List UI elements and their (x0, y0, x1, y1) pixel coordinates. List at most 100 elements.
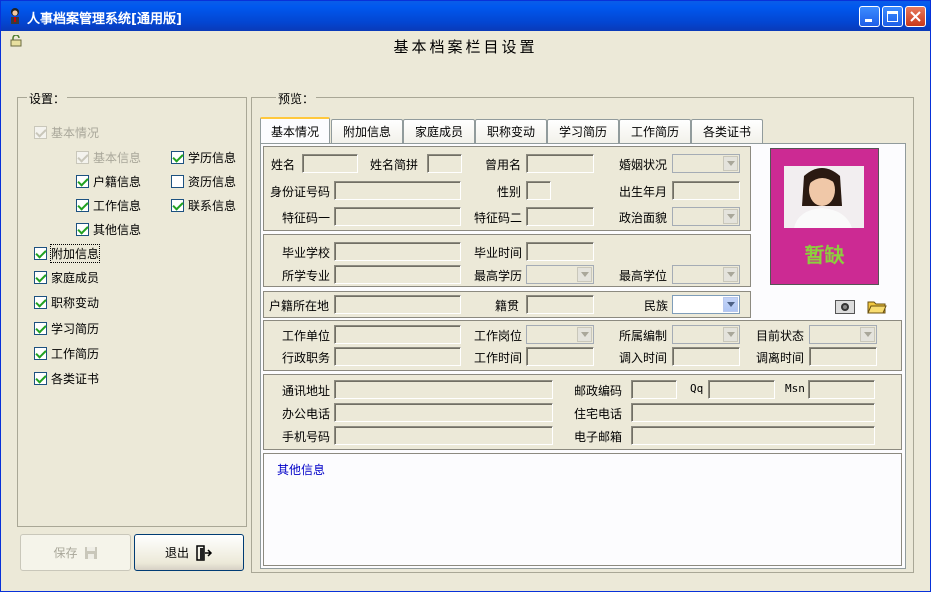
checkbox-study[interactable]: 学习简历 (34, 320, 99, 337)
school-field[interactable] (334, 242, 461, 261)
save-button[interactable]: 保存 (20, 534, 131, 571)
checkbox-box (34, 347, 47, 360)
camera-icon[interactable] (835, 300, 855, 314)
checkbox-certs[interactable]: 各类证书 (34, 370, 99, 387)
dropdown-arrow-icon (723, 267, 738, 282)
tab-study[interactable]: 学习简历 (547, 119, 619, 143)
former-name-field[interactable] (526, 154, 594, 173)
dropdown-arrow-icon (577, 327, 592, 342)
position-select[interactable] (526, 325, 594, 344)
hukou-field[interactable] (334, 295, 461, 314)
label-top-edu: 最高学历 (474, 269, 523, 283)
minimize-button[interactable] (859, 6, 880, 27)
staffing-select[interactable] (672, 325, 740, 344)
checkbox-label: 户籍信息 (93, 175, 142, 189)
tab-title-change[interactable]: 职称变动 (475, 119, 547, 143)
marital-select[interactable] (672, 154, 740, 173)
employer-field[interactable] (334, 325, 461, 344)
label-grad-time: 毕业时间 (474, 246, 523, 260)
home-tel-field[interactable] (631, 403, 875, 422)
maximize-button[interactable] (882, 6, 903, 27)
native-field[interactable] (526, 295, 594, 314)
tab-certs[interactable]: 各类证书 (691, 119, 763, 143)
checkbox-education-info[interactable]: 学历信息 (171, 149, 236, 166)
label-position: 工作岗位 (474, 329, 523, 343)
label-other-info: 其他信息 (277, 463, 326, 477)
checkbox-label: 学习简历 (51, 322, 100, 336)
checkbox-label: 联系信息 (188, 199, 237, 213)
qq-field[interactable] (708, 380, 775, 399)
name-field[interactable] (302, 154, 358, 173)
checkbox-basic-info[interactable]: 基本信息 (76, 149, 141, 166)
label-postcode: 邮政编码 (574, 384, 623, 398)
msn-field[interactable] (808, 380, 875, 399)
checkbox-work-info[interactable]: 工作信息 (76, 197, 141, 214)
label-hukou: 户籍所在地 (269, 299, 330, 313)
label-gender: 性别 (497, 185, 522, 199)
checkbox-extra[interactable]: 附加信息 (34, 244, 101, 263)
checkbox-box (171, 199, 184, 212)
top-edu-select[interactable] (526, 265, 594, 284)
status-select[interactable] (809, 325, 877, 344)
exit-button[interactable]: 退出 (134, 534, 244, 571)
address-field[interactable] (334, 380, 553, 399)
label-top-degree: 最高学位 (619, 269, 668, 283)
tab-family[interactable]: 家庭成员 (403, 119, 475, 143)
dropdown-arrow-icon (577, 267, 592, 282)
checkbox-work-history[interactable]: 工作简历 (34, 345, 99, 362)
label-ethnic: 民族 (644, 299, 669, 313)
checkbox-box (34, 372, 47, 385)
tab-basic[interactable]: 基本情况 (260, 117, 330, 144)
person-photo-icon (784, 166, 864, 228)
photo-missing-text: 暂缺 (804, 243, 845, 267)
label-transfer-out: 调离时间 (756, 351, 805, 365)
label-major: 所学专业 (282, 269, 331, 283)
birth-field[interactable] (672, 181, 740, 200)
ethnic-select[interactable] (672, 295, 740, 314)
political-select[interactable] (672, 207, 740, 226)
label-marital: 婚姻状况 (619, 158, 668, 172)
gender-field[interactable] (526, 181, 551, 200)
label-school: 毕业学校 (282, 246, 331, 260)
major-field[interactable] (334, 265, 461, 284)
feature2-field[interactable] (526, 207, 594, 226)
folder-open-icon[interactable] (867, 300, 887, 314)
email-field[interactable] (631, 426, 875, 445)
close-button[interactable] (905, 6, 926, 27)
top-degree-select[interactable] (672, 265, 740, 284)
checkbox-household[interactable]: 户籍信息 (76, 173, 141, 190)
checkbox-box (76, 151, 89, 164)
postcode-field[interactable] (631, 380, 677, 399)
checkbox-label: 资历信息 (188, 175, 237, 189)
label-qq: Qq (690, 382, 704, 395)
admin-duty-field[interactable] (334, 347, 461, 366)
dropdown-arrow-icon (723, 156, 738, 171)
checkbox-title-change[interactable]: 职称变动 (34, 294, 99, 311)
grad-time-field[interactable] (526, 242, 594, 261)
transfer-out-field[interactable] (809, 347, 877, 366)
checkbox-contact-info[interactable]: 联系信息 (171, 197, 236, 214)
other-info-panel (263, 453, 902, 566)
office-tel-field[interactable] (334, 403, 553, 422)
transfer-in-field[interactable] (672, 347, 740, 366)
tab-label: 工作简历 (630, 125, 679, 139)
save-label: 保存 (53, 546, 78, 560)
title-bar[interactable]: 人事档案管理系统[通用版] (1, 1, 930, 31)
work-time-field[interactable] (526, 347, 594, 366)
checkbox-label: 工作简历 (51, 347, 100, 361)
checkbox-family[interactable]: 家庭成员 (34, 269, 99, 286)
tab-work-history[interactable]: 工作简历 (619, 119, 691, 143)
id-no-field[interactable] (334, 181, 461, 200)
pinyin-field[interactable] (427, 154, 462, 173)
tab-extra[interactable]: 附加信息 (331, 119, 403, 143)
mobile-field[interactable] (334, 426, 553, 445)
feature1-field[interactable] (334, 207, 461, 226)
checkbox-qualification-info[interactable]: 资历信息 (171, 173, 236, 190)
checkbox-basic[interactable]: 基本情况 (34, 124, 99, 141)
photo-frame: 暂缺 (770, 148, 879, 285)
checkbox-other-info[interactable]: 其他信息 (76, 221, 141, 238)
label-staffing: 所属编制 (619, 329, 668, 343)
checkbox-box (76, 199, 89, 212)
exit-label: 退出 (164, 546, 189, 560)
label-native: 籍贯 (495, 299, 520, 313)
